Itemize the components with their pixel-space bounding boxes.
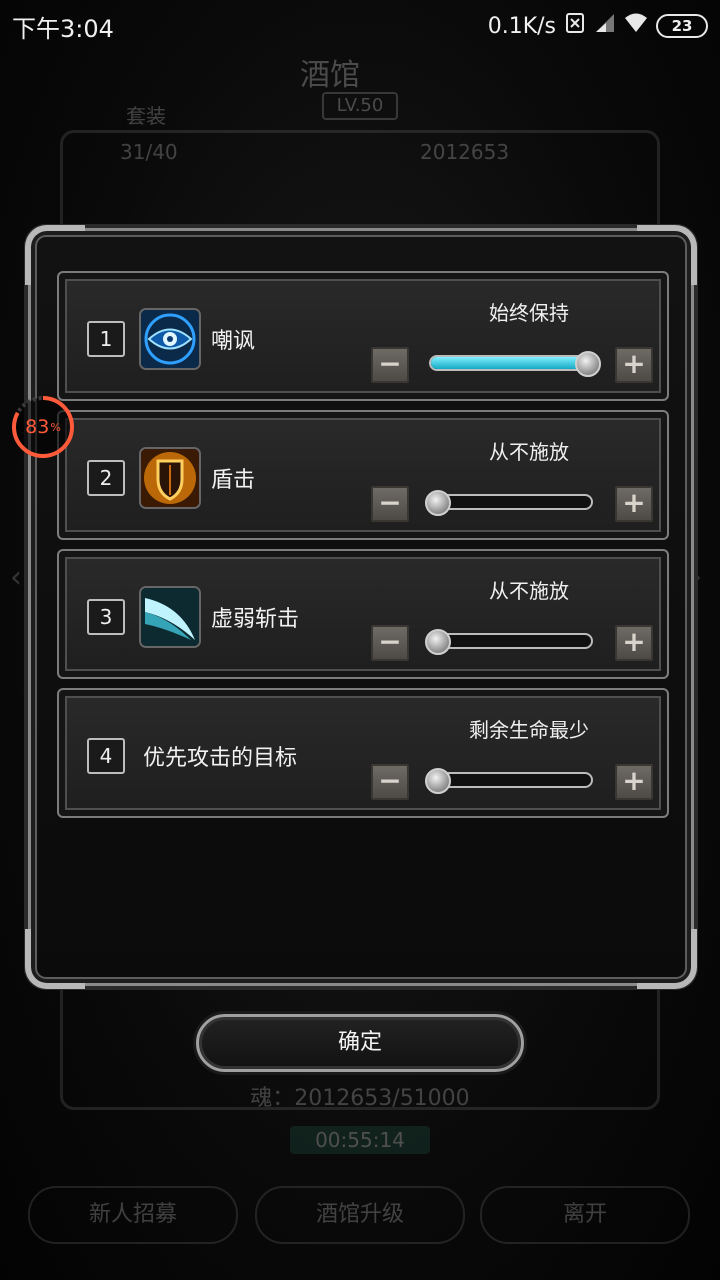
ring-label: 83% [10,394,76,460]
net-speed: 0.1K/s [487,13,556,39]
slider-handle[interactable] [575,351,601,377]
skill-row-shield-bash: 2 盾击 从不施放 − + [57,410,669,540]
row-index: 2 [87,460,125,496]
status-bar: 下午3:04 0.1K/s 23 [0,0,720,52]
slash-icon [139,586,201,648]
bg-leave-button: 离开 [480,1186,690,1244]
skill-row-taunt: 1 嘲讽 始终保持 − + [57,271,669,401]
shield-icon [139,447,201,509]
target-setting-label: 剩余生命最少 [469,718,589,742]
bg-set-label: 套装 [126,104,166,128]
bg-count: 31/40 [120,140,178,164]
status-icons: 0.1K/s 23 [488,12,708,40]
cast-setting-label: 始终保持 [489,301,569,325]
row-index: 1 [87,321,125,357]
ring-unit: % [50,420,61,434]
priority-label: 优先攻击的目标 [143,746,298,771]
increase-button[interactable]: + [615,486,653,522]
skill-name: 盾击 [211,468,256,493]
signal-icon [594,12,616,40]
cast-slider[interactable] [429,355,593,371]
decrease-button[interactable]: − [371,764,409,800]
target-slider[interactable] [429,772,593,788]
row-index: 3 [87,599,125,635]
confirm-button[interactable]: 确定 [196,1014,524,1072]
bg-level-badge: LV.50 [322,92,398,120]
increase-button[interactable]: + [615,347,653,383]
cast-setting-label: 从不施放 [489,440,569,464]
slider-handle[interactable] [425,768,451,794]
bg-recruit-button: 新人招募 [28,1186,238,1244]
decrease-button[interactable]: − [371,486,409,522]
eye-icon [139,308,201,370]
cast-slider[interactable] [429,633,593,649]
slider-fill [431,357,591,369]
increase-button[interactable]: + [615,764,653,800]
slider-handle[interactable] [425,490,451,516]
bg-soul: 魂：2012653/51000 [250,1086,470,1111]
skill-row-weak-slash: 3 虚弱斩击 从不施放 − + [57,549,669,679]
skill-settings-dialog: 1 嘲讽 始终保持 − + 2 盾击 从不施放 − + 3 虚弱斩击 从不施放 … [25,225,697,989]
status-time: 下午3:04 [12,14,114,43]
decrease-button[interactable]: − [371,347,409,383]
battery-icon: 23 [656,14,708,38]
progress-ring[interactable]: 83% [10,394,76,460]
skill-name: 嘲讽 [211,329,256,354]
slider-handle[interactable] [425,629,451,655]
bg-upgrade-button: 酒馆升级 [255,1186,465,1244]
increase-button[interactable]: + [615,625,653,661]
bg-title: 酒馆 [300,58,360,93]
frame-corner [25,929,85,989]
frame-corner [637,929,697,989]
skill-name: 虚弱斩击 [211,607,300,632]
ring-value: 83 [25,416,50,438]
screen: 下午3:04 0.1K/s 23 酒馆 LV.50 套装 31/40 20126… [0,0,720,1280]
bg-soul-top: 2012653 [420,140,510,164]
wifi-icon [624,12,648,40]
target-priority-row: 4 优先攻击的目标 剩余生命最少 − + [57,688,669,818]
bg-timer: 00:55:14 [290,1126,430,1154]
row-index: 4 [87,738,125,774]
cast-setting-label: 从不施放 [489,579,569,603]
cast-slider[interactable] [429,494,593,510]
decrease-button[interactable]: − [371,625,409,661]
bg-left-arrow-icon: ‹ [10,560,22,595]
sim-icon [564,12,586,40]
